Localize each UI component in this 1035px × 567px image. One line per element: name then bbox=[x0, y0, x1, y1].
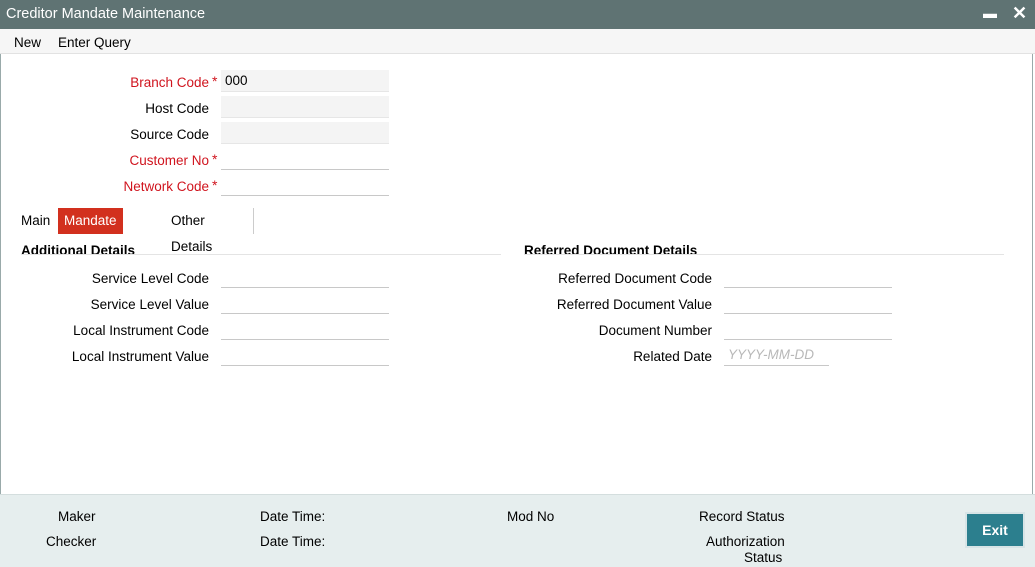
record-status-label: Record Status bbox=[699, 509, 785, 524]
related-date-label: Related Date bbox=[633, 349, 712, 364]
network-code-label: Network Code bbox=[123, 179, 209, 194]
section-divider bbox=[21, 254, 501, 255]
referred-document-code-label: Referred Document Code bbox=[558, 271, 712, 286]
host-code-label: Host Code bbox=[145, 101, 209, 116]
network-code-field[interactable] bbox=[221, 174, 389, 196]
window-title-bar: Creditor Mandate Maintenance ▬ ✕ bbox=[0, 0, 1035, 29]
branch-code-label: Branch Code bbox=[130, 75, 209, 90]
local-instrument-code-label: Local Instrument Code bbox=[73, 323, 209, 338]
service-level-value-field[interactable] bbox=[221, 292, 389, 314]
tab-mandate-details[interactable]: Mandate Details bbox=[58, 208, 123, 254]
host-code-field[interactable] bbox=[221, 96, 389, 118]
required-marker: * bbox=[212, 151, 218, 167]
authorization-status-label-line2: Status bbox=[744, 550, 783, 565]
referred-document-value-label: Referred Document Value bbox=[556, 297, 712, 312]
maker-date-time-label: Date Time: bbox=[260, 509, 326, 524]
source-code-label: Source Code bbox=[130, 127, 209, 142]
customer-no-label: Customer No bbox=[129, 153, 209, 168]
close-icon[interactable]: ✕ bbox=[1012, 3, 1027, 24]
tab-other-details[interactable]: Other Details bbox=[165, 208, 218, 254]
menu-new[interactable]: New bbox=[14, 35, 41, 50]
document-number-field[interactable] bbox=[724, 318, 892, 340]
mod-no-label: Mod No bbox=[507, 509, 555, 524]
window-title: Creditor Mandate Maintenance bbox=[6, 6, 206, 22]
tab-divider bbox=[253, 208, 254, 234]
checker-date-time-label: Date Time: bbox=[260, 534, 326, 549]
branch-code-field[interactable] bbox=[221, 70, 389, 92]
referred-document-heading: Referred Document Details bbox=[524, 243, 698, 258]
required-marker: * bbox=[212, 73, 218, 89]
service-level-value-label: Service Level Value bbox=[90, 297, 209, 312]
related-date-field[interactable] bbox=[724, 344, 829, 366]
local-instrument-value-field[interactable] bbox=[221, 344, 389, 366]
source-code-field[interactable] bbox=[221, 122, 389, 144]
required-marker: * bbox=[212, 177, 218, 193]
maker-label: Maker bbox=[58, 509, 96, 524]
customer-no-field[interactable] bbox=[221, 148, 389, 170]
audit-footer: Maker Checker Date Time: Date Time: Mod … bbox=[0, 494, 1035, 567]
additional-details-heading: Additional Details bbox=[21, 243, 136, 258]
service-level-code-field[interactable] bbox=[221, 266, 389, 288]
menu-bar: New Enter Query bbox=[0, 29, 1035, 54]
document-number-label: Document Number bbox=[598, 323, 712, 338]
local-instrument-code-field[interactable] bbox=[221, 318, 389, 340]
service-level-code-label: Service Level Code bbox=[91, 271, 209, 286]
checker-label: Checker bbox=[46, 534, 97, 549]
minimize-icon[interactable]: ▬ bbox=[983, 5, 997, 21]
section-divider bbox=[524, 254, 1004, 255]
authorization-status-label-line1: Authorization bbox=[706, 534, 785, 549]
referred-document-value-field[interactable] bbox=[724, 292, 892, 314]
tab-main[interactable]: Main bbox=[15, 208, 56, 234]
exit-button[interactable]: Exit bbox=[967, 514, 1023, 546]
referred-document-code-field[interactable] bbox=[724, 266, 892, 288]
menu-enter-query[interactable]: Enter Query bbox=[58, 35, 131, 50]
local-instrument-value-label: Local Instrument Value bbox=[71, 349, 209, 364]
